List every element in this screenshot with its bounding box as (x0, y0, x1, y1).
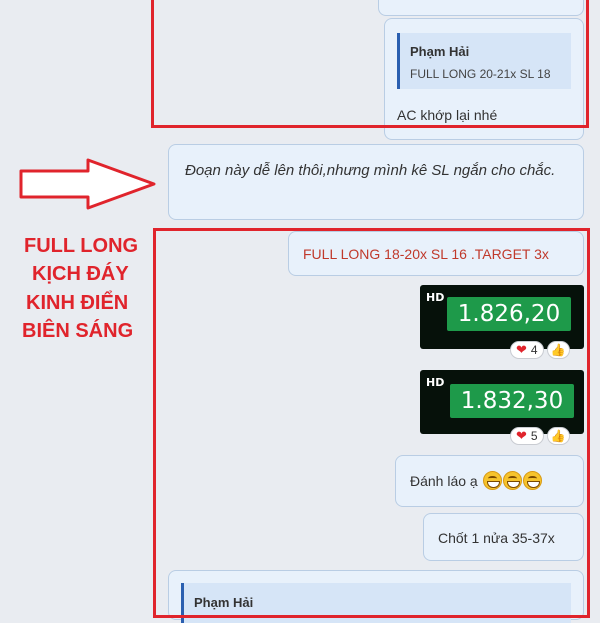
annotation-line-1: FULL LONG (24, 235, 139, 257)
highlight-frame-top (151, 0, 589, 128)
arrow-icon (19, 158, 156, 210)
annotation-line-2: KỊCH ĐÁY (32, 263, 129, 285)
comment-bubble[interactable]: Đoạn này dễ lên thôi,nhưng mình kê SL ng… (168, 144, 584, 220)
annotation-line-3: KINH ĐIỂN (26, 292, 129, 314)
highlight-frame-bottom (153, 228, 590, 618)
annotation-line-4: BIÊN SÁNG (22, 320, 134, 342)
comment-text: Đoạn này dễ lên thôi,nhưng mình kê SL ng… (185, 162, 556, 179)
